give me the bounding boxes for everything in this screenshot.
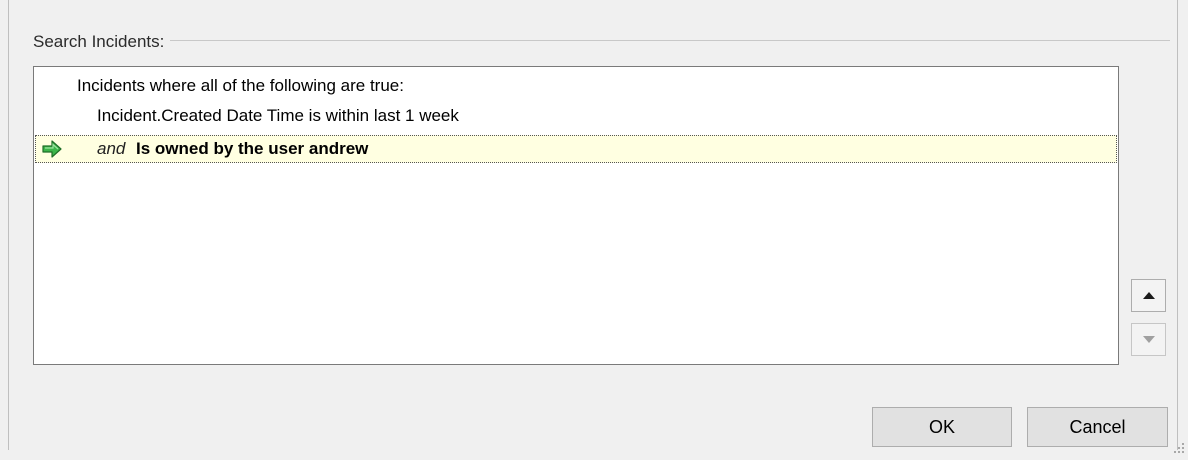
criteria-header-label: Incidents where all of the following are… [77,76,404,95]
search-incidents-group: Search Incidents: [33,30,1170,52]
move-down-button[interactable] [1131,323,1166,356]
ok-button[interactable]: OK [872,407,1012,447]
criteria-header-row: Incidents where all of the following are… [34,73,1118,99]
criteria-row[interactable]: Incident.Created Date Time is within las… [34,103,1118,129]
down-triangle-icon [1143,336,1155,343]
resize-grip-icon[interactable] [1172,440,1186,454]
group-legend: Search Incidents: [33,32,171,52]
criteria-list[interactable]: Incidents where all of the following are… [33,66,1119,365]
green-right-arrow-icon [41,139,63,159]
move-up-button[interactable] [1131,279,1166,312]
criteria-row-selected[interactable]: and Is owned by the user andrew [35,135,1117,163]
criteria-condition-label: Is owned by the user andrew [136,139,369,158]
group-divider [33,40,1170,41]
up-triangle-icon [1143,292,1155,299]
conjunction-label: and [97,139,126,158]
criteria-condition-label: Incident.Created Date Time is within las… [97,106,459,125]
cancel-button[interactable]: Cancel [1027,407,1168,447]
